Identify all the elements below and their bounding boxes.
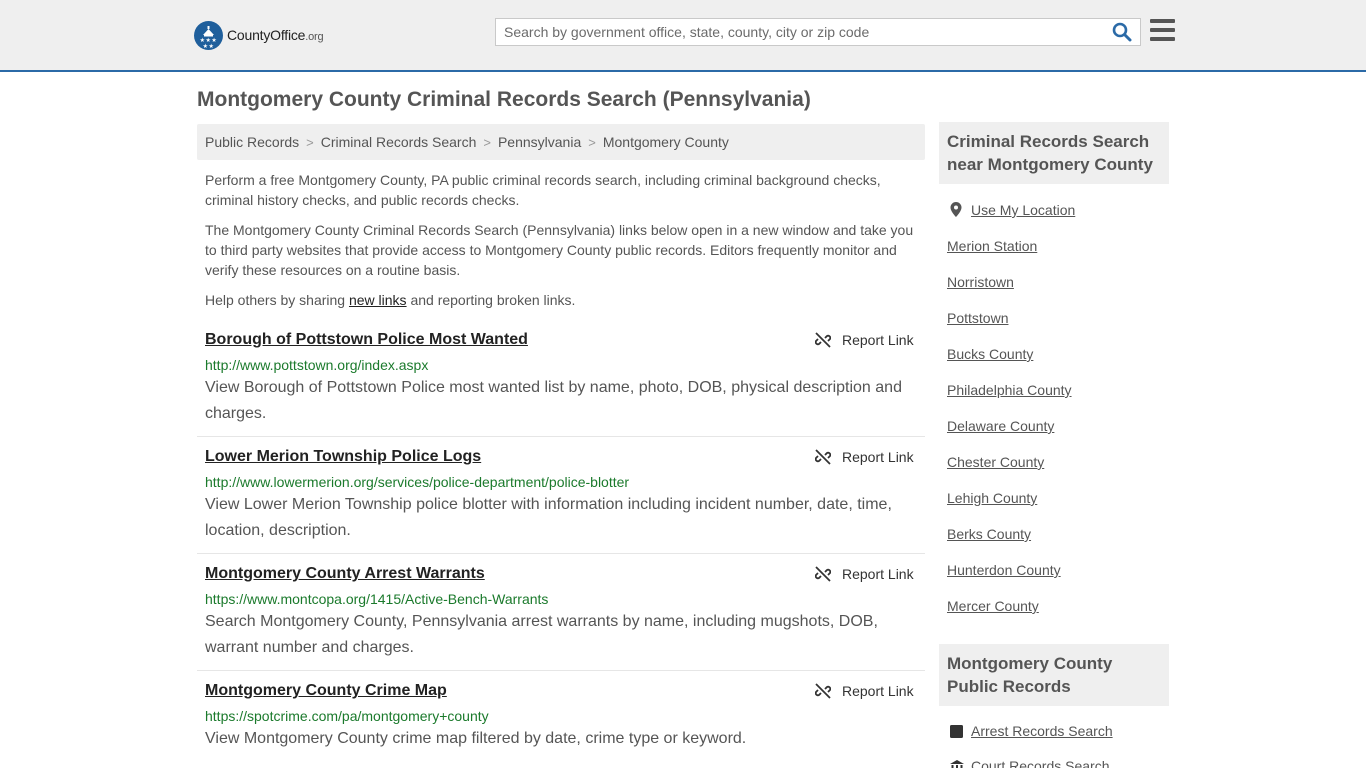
menu-button[interactable] [1150,19,1175,42]
nearby-link-berks-county[interactable]: Berks County [947,526,1031,542]
listing-item: Lower Merion Township Police Logs Report… [197,448,925,554]
nearby-link-mercer-county[interactable]: Mercer County [947,598,1039,614]
report-link-button[interactable]: Report Link [815,449,914,465]
breadcrumb-separator-icon: > [588,134,596,150]
search-icon [1112,22,1132,42]
search-input[interactable] [496,19,1096,45]
listing-title-link[interactable]: Borough of Pottstown Police Most Wanted [205,331,528,349]
listing-item: Montgomery County Crime Map Report Link … [197,682,925,768]
capitol-logo-icon: ★★★ ★★ [194,20,223,50]
breadcrumb-criminal-records-search[interactable]: Criminal Records Search [321,134,477,150]
listing-url: http://www.lowermerion.org/services/poli… [205,474,630,490]
breadcrumb-montgomery-county[interactable]: Montgomery County [603,134,729,150]
listing-title-link[interactable]: Montgomery County Crime Map [205,682,447,700]
breadcrumb-pennsylvania[interactable]: Pennsylvania [498,134,581,150]
listing-description: View Lower Merion Township police blotte… [205,496,892,539]
report-link-button[interactable]: Report Link [815,332,914,348]
site-logo[interactable]: ★★★ ★★ CountyOffice.org [194,20,324,50]
listing-description: View Montgomery County crime map filtere… [205,730,747,747]
site-header: ★★★ ★★ CountyOffice.org [0,0,1366,72]
records-link-arrest-records-search[interactable]: Arrest Records Search [971,723,1113,739]
breadcrumb-separator-icon: > [306,134,314,150]
nearby-link-norristown[interactable]: Norristown [947,274,1014,290]
listing-description: View Borough of Pottstown Police most wa… [205,379,902,422]
logo-wordmark: CountyOffice.org [227,27,324,43]
intro-paragraph-help: Help others by sharing new links and rep… [205,292,576,308]
use-my-location-link[interactable]: Use My Location [971,202,1075,218]
listing-url: http://www.pottstown.org/index.aspx [205,357,429,373]
listing-url: https://spotcrime.com/pa/montgomery+coun… [205,708,489,724]
listing-title-link[interactable]: Lower Merion Township Police Logs [205,448,481,466]
intro-text: Perform a free Montgomery County, PA pub… [205,170,921,320]
public-records-heading: Montgomery County Public Records [939,644,1169,706]
broken-link-icon [815,566,831,582]
nearby-link-chester-county[interactable]: Chester County [947,454,1044,470]
nearby-link-philadelphia-county[interactable]: Philadelphia County [947,382,1072,398]
breadcrumb-separator-icon: > [483,134,491,150]
nearby-link-bucks-county[interactable]: Bucks County [947,346,1033,362]
broken-link-icon [815,449,831,465]
page-title: Montgomery County Criminal Records Searc… [197,88,811,111]
nearby-link-delaware-county[interactable]: Delaware County [947,418,1054,434]
broken-link-icon [815,332,831,348]
nearby-link-merion-station[interactable]: Merion Station [947,238,1037,254]
listing-description: Search Montgomery County, Pennsylvania a… [205,613,878,656]
broken-link-icon [815,683,831,699]
listing-item: Montgomery County Arrest Warrants Report… [197,565,925,671]
breadcrumb: Public Records > Criminal Records Search… [197,124,925,160]
search-box [495,18,1141,46]
map-pin-icon [950,202,962,217]
courthouse-icon [950,760,964,768]
search-button[interactable] [1112,22,1134,44]
nearby-link-lehigh-county[interactable]: Lehigh County [947,490,1037,506]
report-link-button[interactable]: Report Link [815,566,914,582]
listing-title-link[interactable]: Montgomery County Arrest Warrants [205,565,485,583]
hamburger-menu-icon [1150,19,1175,41]
listing-item: Borough of Pottstown Police Most Wanted … [197,331,925,437]
records-link-court-records-search[interactable]: Court Records Search [971,758,1110,768]
intro-paragraph: The Montgomery County Criminal Records S… [205,222,914,278]
intro-paragraph: Perform a free Montgomery County, PA pub… [205,172,881,208]
report-link-button[interactable]: Report Link [815,683,914,699]
listing-url: https://www.montcopa.org/1415/Active-Ben… [205,591,549,607]
arrest-records-icon [950,725,963,738]
breadcrumb-public-records[interactable]: Public Records [205,134,299,150]
new-links-link[interactable]: new links [349,292,407,308]
nearby-link-hunterdon-county[interactable]: Hunterdon County [947,562,1061,578]
nearby-heading: Criminal Records Search near Montgomery … [939,122,1169,184]
nearby-link-pottstown[interactable]: Pottstown [947,310,1008,326]
